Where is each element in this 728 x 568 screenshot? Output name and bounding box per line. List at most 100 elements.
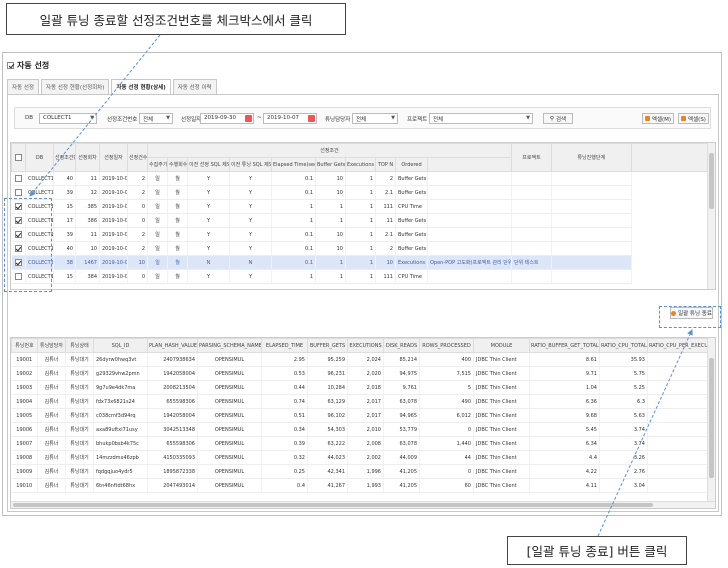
selection-row[interactable]: COLLECT1173862019-10-050일월YY11111Buffer … <box>11 213 711 228</box>
tuning-row[interactable]: 19001 김튜너 튜닝대기 26dyrw0hwq3vt 2407938634 OPENS… <box>11 352 715 367</box>
column-header[interactable]: 튜닝상태 <box>65 338 94 353</box>
column-header[interactable]: RATIO_CPU_PER_EXECUTIONS <box>647 338 715 353</box>
selection-row[interactable]: COLLECT139112019-10-042일월YY0.11012.1Buff… <box>11 227 711 242</box>
calendar-icon[interactable] <box>308 115 315 122</box>
tuning-row[interactable]: 19010 김튜너 튜닝대기 6tn46nftdt68hx 2047493014 OPEN… <box>11 478 715 493</box>
row-checkbox[interactable] <box>14 273 22 280</box>
bulk-tuning-end-button[interactable]: 일괄 튜닝 종료 <box>670 307 713 319</box>
tuning-row[interactable]: 19005 김튜너 튜닝대기 c038cmf3d94rq 1942058004 OPENS… <box>11 408 715 423</box>
search-button[interactable]: ⚲ 검색 <box>543 113 573 124</box>
column-header[interactable]: MODULE <box>473 338 530 353</box>
column-header[interactable]: DB <box>25 143 54 172</box>
row-checkbox-cell[interactable] <box>11 255 26 270</box>
tuning-row[interactable]: 19002 김튜너 튜닝대기 g29329vhw2pmn 1942058004 OPENS… <box>11 366 715 381</box>
table-cell: 3.74 <box>599 422 648 437</box>
column-header[interactable]: 수행회수 <box>167 157 188 172</box>
column-header[interactable]: ROWS_PROCESSED <box>419 338 474 353</box>
calendar-icon[interactable] <box>245 115 252 122</box>
scroll-thumb[interactable] <box>709 358 714 478</box>
tuning-row[interactable]: 19006 김튜너 튜닝대기 axa89uftxl71usy 3042513348 OPE… <box>11 422 715 437</box>
vertical-scrollbar[interactable] <box>707 338 715 502</box>
column-header[interactable]: 수집주기 <box>147 157 168 172</box>
row-checkbox-cell[interactable] <box>11 269 26 284</box>
column-header[interactable]: TOP N <box>375 157 396 172</box>
header-checkbox[interactable] <box>11 143 26 172</box>
date-from-input[interactable]: 2019-09-30 <box>200 113 254 124</box>
vertical-scrollbar[interactable] <box>707 143 715 289</box>
row-checkbox-cell[interactable] <box>11 185 26 200</box>
column-header[interactable]: 이전 선정 SQL 제외 <box>187 157 230 172</box>
column-header[interactable]: SQL_ID <box>93 338 148 353</box>
tuning-row[interactable]: 19008 김튜너 튜닝대기 14mzzdmx46zpb 4150335093 OPENS… <box>11 450 715 465</box>
row-checkbox-cell[interactable] <box>11 171 26 186</box>
selection-row[interactable]: COLLECT1153852019-10-050일월YY111111CPU Ti… <box>11 199 711 214</box>
row-checkbox[interactable] <box>14 259 22 266</box>
column-header[interactable]: RATIO_BUFFER_GET_TOTAL <box>529 338 600 353</box>
selection-row[interactable]: COLLECT139122019-10-052일월YY0.11012.1Buff… <box>11 185 711 200</box>
column-header[interactable]: 선정회차 <box>75 143 100 172</box>
scroll-thumb[interactable] <box>13 503 653 507</box>
row-checkbox-cell[interactable] <box>11 213 26 228</box>
excel-m-button[interactable]: 엑셀(M) <box>642 113 674 124</box>
column-header[interactable]: 튜닝담당자 <box>37 338 66 353</box>
column-header[interactable]: RATIO_CPU_TOTAL <box>599 338 648 353</box>
table-cell: 1 <box>315 199 346 214</box>
table-cell-filler <box>551 199 632 214</box>
column-header[interactable]: 선정건수 <box>127 143 148 172</box>
tab-auto-select[interactable]: 자동 선정 <box>7 79 39 94</box>
column-header[interactable]: Ordered <box>395 157 428 172</box>
column-header[interactable]: DISK_READS <box>383 338 420 353</box>
column-header[interactable]: PLAN_HASH_VALUE <box>147 338 198 353</box>
column-header[interactable]: 프로젝트 <box>511 143 552 172</box>
row-checkbox[interactable] <box>14 217 22 224</box>
project-select[interactable]: 전체 ▼ <box>429 113 533 124</box>
column-header[interactable]: BUFFER_GETS <box>307 338 348 353</box>
tab-status-detail[interactable]: 자동 선정 현황(상세) <box>111 79 171 95</box>
column-header[interactable]: EXECUTIONS <box>347 338 384 353</box>
row-checkbox-cell[interactable] <box>11 227 26 242</box>
column-header[interactable]: ELAPSED_TIME <box>261 338 308 353</box>
column-header[interactable]: 튜닝번호 <box>11 338 38 353</box>
table-cell: COLLECT1 <box>25 185 54 200</box>
table-cell: 2 <box>127 185 148 200</box>
tab-history[interactable]: 자동 선정 이력 <box>172 79 217 94</box>
tuning-row[interactable]: 19009 김튜너 튜닝대기 fqdgqjuo4ydr5 1895872338 OPENS… <box>11 464 715 479</box>
row-checkbox[interactable] <box>14 189 22 196</box>
tuning-row[interactable]: 19003 김튜너 튜닝대기 9g7u9e4dk7ma 2008213504 OPENSI… <box>11 380 715 395</box>
column-header[interactable]: 선정조건번호 <box>53 143 76 172</box>
row-checkbox[interactable] <box>14 231 22 238</box>
selection-row[interactable]: COLLECT13814672019-10-0410일월NN0.11110Exe… <box>11 255 711 270</box>
owner-select[interactable]: 전체 ▼ <box>352 113 398 124</box>
excel-m-label: 엑셀(M) <box>651 116 672 123</box>
table-cell: Y <box>187 269 230 284</box>
column-header[interactable]: PARSING_SCHEMA_NAME <box>197 338 262 353</box>
tuning-row[interactable]: 19004 김튜너 튜닝대기 fdx73x6821s24 655598306 OPENSI… <box>11 394 715 409</box>
row-checkbox-cell[interactable] <box>11 241 26 256</box>
owner-select-value: 전체 <box>356 117 367 123</box>
excel-s-button[interactable]: 엑셀(S) <box>678 113 709 124</box>
scroll-thumb[interactable] <box>709 153 714 209</box>
selection-row[interactable]: COLLECT1153842019-10-040일월YY111111CPU Ti… <box>11 269 711 284</box>
row-checkbox[interactable] <box>14 245 22 252</box>
column-header[interactable]: Buffer Gets <box>315 157 346 172</box>
column-header[interactable]: 이전 튜닝 SQL 제외 <box>229 157 272 172</box>
column-header[interactable]: 튜닝진행단계 <box>551 143 632 172</box>
table-cell-filler <box>551 213 632 228</box>
column-header[interactable]: Executions <box>345 157 376 172</box>
selection-row[interactable]: COLLECT140102019-10-042일월YY0.11012Buffer… <box>11 241 711 256</box>
db-select[interactable]: COLLECT1 ▼ <box>39 113 97 124</box>
row-checkbox[interactable] <box>14 175 22 182</box>
table-cell: 3.04 <box>599 478 648 493</box>
date-to-input[interactable]: 2019-10-07 <box>263 113 317 124</box>
table-cell: 655598306 <box>147 436 198 451</box>
column-header[interactable]: Elapsed Time(sec) <box>271 157 316 172</box>
row-checkbox-cell[interactable] <box>11 199 26 214</box>
checkbox[interactable] <box>15 154 22 161</box>
horizontal-scrollbar[interactable] <box>11 501 715 508</box>
row-checkbox[interactable] <box>14 203 22 210</box>
selection-row[interactable]: COLLECT140112019-10-052일월YY0.11012Buffer… <box>11 171 711 186</box>
tuning-row[interactable]: 19007 김튜너 튜닝대기 bhukp0bsb4k75c 655598306 OPENS… <box>11 436 715 451</box>
cond-select[interactable]: 전체 ▼ <box>139 113 173 124</box>
tab-status-round[interactable]: 자동 선정 현황(선정회차) <box>41 79 110 94</box>
column-header[interactable]: 선정일자 <box>99 143 128 172</box>
